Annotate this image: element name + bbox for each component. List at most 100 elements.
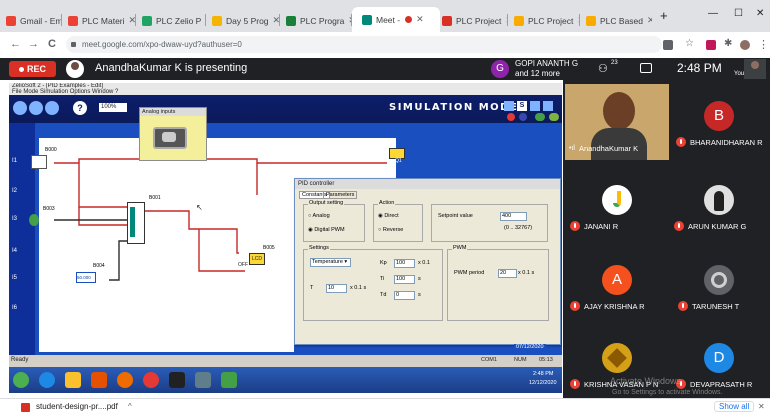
analog-inputs-window[interactable]: Analog inputs [139,107,207,161]
taskbar-date: 12/12/2020 [529,380,557,386]
people-icon[interactable]: ⚇ [598,62,608,75]
profile-avatar[interactable] [740,40,750,50]
browser-menu-icon[interactable]: ⋮ [758,38,769,51]
temperature-select[interactable]: Temperature ▾ [310,258,351,267]
meet-icon [362,14,372,25]
ti-input[interactable]: 100 [394,275,415,284]
pid-block-green-strip [130,207,135,237]
participant-tile-tarunesh[interactable]: TARUNESH T [668,260,770,318]
window-close-button[interactable]: ✕ [756,8,764,19]
mic-off-icon [570,301,580,311]
zelio-status-bar: Ready 07/12/2020 COM1 NUM 05:13 [9,344,562,367]
presenter-tile[interactable]: •ıl AnandhaKumar K [565,84,669,160]
self-avatar [751,61,759,69]
setpoint-label: Setpoint value [438,213,473,219]
terminal-icon[interactable] [169,372,185,388]
zelio-app-icon[interactable] [221,372,237,388]
td-unit: s [418,292,421,298]
presenter-head [603,92,635,130]
close-icon[interactable]: ✕ [416,14,424,25]
pid-controller-dialog[interactable]: PID controller Constants Parameters Outp… [294,178,561,345]
ti-unit: s [418,276,421,282]
participant-tile-janani[interactable]: JANANI R [566,180,668,238]
action-group: Action ◉ Direct ○ Reverse [373,200,423,242]
avatar [602,343,632,373]
activate-windows-title: Activate Windows [610,376,682,386]
participant-tile-bharanidharan[interactable]: B BHARANIDHARAN R [668,96,770,154]
input-block-b000[interactable] [31,155,47,169]
presenting-text: AnandhaKumar K is presenting [95,62,248,74]
tab-day5[interactable]: Day 5 Prog ✕ [206,9,280,32]
start-button-icon[interactable] [13,372,29,388]
download-chevron-icon[interactable]: ^ [128,402,132,411]
pwm-group: PWM PWM period 20 x 0.1 s [447,245,549,321]
crest-icon [607,348,627,368]
pdf-file-icon [21,403,30,412]
camera-extension-icon[interactable] [663,40,673,50]
close-icon[interactable]: ✕ [647,15,652,26]
b005-label: B005 [263,245,275,251]
tab-plc-program[interactable]: PLC Progra✕ [280,9,352,32]
slides-icon [212,15,222,26]
radio-direct[interactable]: ◉ Direct [378,213,399,219]
mic-off-icon [570,221,580,231]
radio-reverse[interactable]: ○ Reverse [378,227,403,233]
pwm-unit: x 0.1 s [518,270,535,276]
reload-button[interactable]: C [48,38,56,50]
participant-tile-devaprasath[interactable]: D DEVAPRASATH R [668,338,770,396]
drive-icon [142,15,152,26]
pid-function-block[interactable] [127,202,145,244]
new-tab-button[interactable]: + [660,8,668,23]
url-bar[interactable]: meet.google.com/xpo-dwaw-uyd?authuser=0 [66,36,662,53]
host-more: and 12 more [515,69,560,78]
address-row: ← → C meet.google.com/xpo-dwaw-uyd?authu… [0,32,770,59]
app-icon[interactable] [195,372,211,388]
chat-icon[interactable] [640,63,652,73]
extensions-puzzle-icon[interactable]: ✱ [724,38,732,49]
bookmark-star-icon[interactable]: ☆ [685,38,694,49]
setpoint-input[interactable]: 400 [500,212,527,221]
radio-analog[interactable]: ○ Analog [308,213,330,219]
participant-tile-ajay[interactable]: A AJAY KRISHNA R [566,260,668,318]
minimize-button[interactable]: — [708,8,718,19]
avatar [704,265,734,295]
tab-plc-material[interactable]: PLC Materi ✕ [62,9,136,32]
extension-icon[interactable] [706,40,716,50]
tab-plc-project-2[interactable]: PLC Project✕ [508,9,580,32]
pinwheel-icon [711,272,727,288]
mic-off-icon [674,221,684,231]
radio-digital-pwm[interactable]: ◉ Digital PWM [308,227,345,233]
explorer-icon[interactable] [65,372,81,388]
td-input[interactable]: 0 [394,291,415,300]
tab-plc-project-1[interactable]: PLC Project✕ [436,9,508,32]
ie-icon[interactable] [39,372,55,388]
back-button[interactable]: ← [10,38,21,50]
input-block-b003[interactable] [29,214,39,226]
t-input[interactable]: 10 [326,284,347,293]
status-clock: 05:13 [539,357,553,363]
download-bar-close-icon[interactable]: ✕ [758,402,765,411]
tab-plc-zelio[interactable]: PLC Zelio P✕ [136,9,206,32]
chrome-icon[interactable] [143,372,159,388]
firefox-icon[interactable] [117,372,133,388]
sheets-icon [286,15,296,26]
tab-parameters[interactable]: Parameters [323,191,358,199]
b004-value-block[interactable]: 50.000 [76,272,96,283]
lcd-block[interactable]: LCD [249,253,265,265]
taskbar-time: 2:48 PM [533,371,554,377]
analog-knob[interactable] [153,127,187,149]
pwm-period-input[interactable]: 20 [498,269,517,278]
setpoint-range: (0 .. 32767) [504,225,533,231]
show-all-button[interactable]: Show all [714,401,755,412]
download-file-name[interactable]: student-design-pr....pdf [36,402,118,411]
participant-tile-krishna[interactable]: KRISHNA VASAN P N [566,338,668,396]
media-icon[interactable] [91,372,107,388]
forward-button[interactable]: → [28,38,39,50]
participant-tile-arun[interactable]: ARUN KUMAR G [668,180,770,238]
tab-gmail[interactable]: Gmail - Em✕ [0,9,62,32]
speaking-icon: •ıl [569,145,575,152]
tab-meet[interactable]: Meet - ✕ [352,7,440,32]
kp-input[interactable]: 100 [394,259,415,268]
maximize-button[interactable]: ☐ [734,8,743,19]
tab-plc-based[interactable]: PLC Based ✕ [580,9,652,32]
